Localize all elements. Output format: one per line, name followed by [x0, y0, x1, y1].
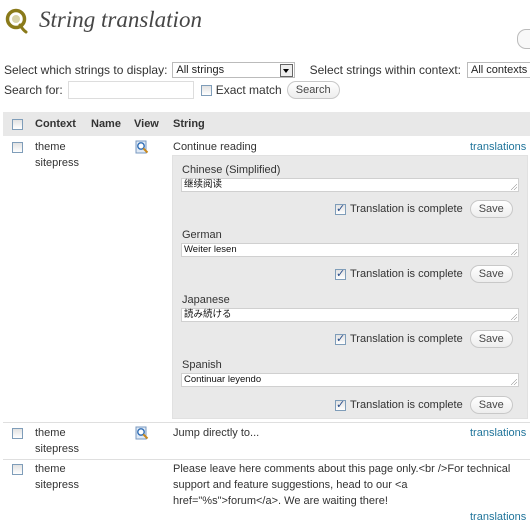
context-filter-select[interactable]: All contexts: [467, 62, 530, 78]
row-string-line: support and feature suggestions, head to…: [173, 479, 408, 491]
complete-checkbox-german[interactable]: [335, 267, 346, 280]
context-filter-value: All contexts: [471, 64, 528, 76]
page-title: String translation: [39, 7, 202, 32]
complete-label: Translation is complete: [350, 333, 463, 345]
save-button-spanish[interactable]: Save: [469, 396, 513, 414]
search-button[interactable]: Search: [286, 81, 340, 99]
display-filter-value: All strings: [176, 64, 225, 76]
select-all-checkbox[interactable]: [12, 119, 23, 130]
filter-row: Select which strings to display: All str…: [4, 61, 530, 79]
view-magnifier-icon[interactable]: [135, 426, 149, 440]
language-label-japanese: Japanese: [182, 294, 230, 306]
row-context-theme: theme: [35, 463, 66, 475]
complete-checkbox-japanese[interactable]: [335, 332, 346, 345]
top-right-button[interactable]: [517, 29, 530, 49]
row-context-name: sitepress: [35, 479, 80, 491]
save-button-german[interactable]: Save: [469, 265, 513, 283]
row-checkbox[interactable]: [12, 142, 23, 153]
row-checkbox[interactable]: [12, 428, 23, 439]
translation-textarea-german[interactable]: Weiter lesen: [181, 243, 519, 257]
wpml-logo-icon: [4, 8, 30, 34]
row-context-theme: theme: [35, 141, 66, 153]
translation-textarea-chinese[interactable]: 继续阅读: [181, 178, 519, 192]
complete-checkbox-chinese[interactable]: [335, 202, 346, 215]
translations-panel: Chinese (Simplified) 继续阅读 Translation is…: [172, 155, 528, 419]
row-context-theme: theme: [35, 427, 66, 439]
language-label-spanish: Spanish: [182, 359, 222, 371]
column-header-name[interactable]: Name: [91, 118, 121, 130]
row-context-name: sitepress: [35, 443, 80, 455]
context-filter-label: Select strings within context:: [309, 63, 461, 77]
complete-label: Translation is complete: [350, 268, 463, 280]
language-label-chinese: Chinese (Simplified): [182, 164, 281, 176]
table-row: [3, 422, 530, 460]
complete-label: Translation is complete: [350, 203, 463, 215]
search-input[interactable]: [67, 81, 194, 99]
translation-textarea-spanish[interactable]: Continuar leyendo: [181, 373, 519, 387]
row-string: Jump directly to...: [173, 427, 260, 439]
exact-match-label: Exact match: [215, 83, 282, 97]
translation-complete-row: Translation is complete Save: [335, 200, 513, 218]
complete-label: Translation is complete: [350, 399, 463, 411]
save-button-chinese[interactable]: Save: [469, 200, 513, 218]
column-header-view: View: [134, 118, 159, 130]
page-header: String translation: [4, 6, 202, 36]
search-row: Search for: Exact match Search: [4, 80, 340, 100]
translations-link[interactable]: translations: [470, 427, 526, 439]
view-magnifier-icon[interactable]: [135, 140, 149, 154]
translation-complete-row: Translation is complete Save: [335, 330, 513, 348]
row-checkbox[interactable]: [12, 464, 23, 475]
translations-link[interactable]: translations: [470, 511, 526, 523]
chevron-down-icon: [279, 63, 293, 77]
language-label-german: German: [182, 229, 222, 241]
translations-link[interactable]: translations: [470, 141, 526, 153]
column-header-string[interactable]: String: [173, 118, 205, 130]
search-label: Search for:: [4, 83, 63, 97]
translation-complete-row: Translation is complete Save: [335, 396, 513, 414]
complete-checkbox-spanish[interactable]: [335, 398, 346, 411]
row-string: Continue reading: [173, 141, 257, 153]
column-header-context[interactable]: Context: [35, 118, 76, 130]
translation-complete-row: Translation is complete Save: [335, 265, 513, 283]
display-filter-select[interactable]: All strings: [172, 62, 295, 78]
row-context-name: sitepress: [35, 157, 80, 169]
table-header: [3, 112, 530, 136]
row-string-line: Please leave here comments about this pa…: [173, 463, 511, 475]
translation-textarea-japanese[interactable]: 読み続ける: [181, 308, 519, 322]
save-button-japanese[interactable]: Save: [469, 330, 513, 348]
exact-match-checkbox[interactable]: [200, 84, 212, 96]
row-string-line: href="%s">forum</a>. We are waiting ther…: [173, 495, 388, 507]
display-filter-label: Select which strings to display:: [4, 63, 168, 77]
